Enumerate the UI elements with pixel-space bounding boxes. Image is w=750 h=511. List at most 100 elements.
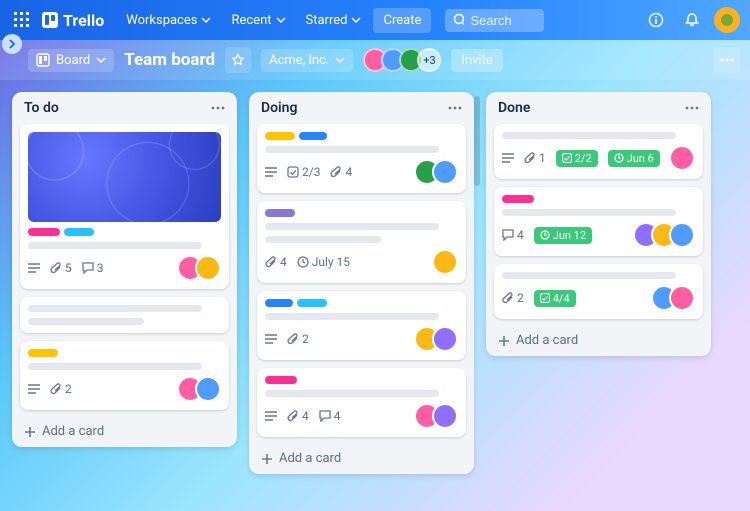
card-text-line: [502, 272, 676, 279]
attachments-badge: 5: [50, 261, 72, 275]
member-avatar[interactable]: [432, 159, 458, 185]
add-card-button[interactable]: Add a card: [494, 327, 703, 350]
list-menu-button[interactable]: [448, 106, 462, 110]
card[interactable]: 2: [20, 341, 229, 410]
info-icon: [648, 12, 664, 28]
search-input[interactable]: [470, 13, 535, 28]
chevron-down-icon: [201, 15, 211, 25]
invite-button[interactable]: Invite: [451, 49, 502, 72]
card[interactable]: 1 2/2 Jun 6: [494, 124, 703, 179]
nav-workspaces[interactable]: Workspaces: [118, 8, 219, 33]
attachment-icon: [50, 262, 62, 274]
add-card-button[interactable]: Add a card: [257, 445, 466, 468]
description-badge: [28, 384, 40, 394]
card[interactable]: 4 4: [257, 368, 466, 437]
member-overflow[interactable]: +3: [417, 48, 441, 72]
comment-icon: [82, 262, 94, 274]
member-avatar[interactable]: [432, 403, 458, 429]
dots-icon: [720, 58, 734, 62]
notifications-button[interactable]: [678, 6, 706, 34]
workspace-switcher[interactable]: Acme, Inc.: [261, 49, 353, 72]
description-icon: [502, 153, 514, 163]
label-blue: [299, 132, 327, 140]
list-scrollbar[interactable]: [474, 96, 480, 186]
checklist-complete-badge: 2/2: [556, 150, 598, 167]
list-title[interactable]: To do: [24, 100, 59, 116]
attachments-badge: 2: [287, 332, 309, 346]
add-card-button[interactable]: Add a card: [20, 418, 229, 441]
view-label: Board: [56, 53, 90, 68]
list-title[interactable]: Doing: [261, 100, 297, 116]
create-button[interactable]: Create: [373, 8, 431, 33]
list-menu-button[interactable]: [685, 106, 699, 110]
attachment-icon: [265, 256, 277, 268]
member-avatar[interactable]: [432, 249, 458, 275]
board-title[interactable]: Team board: [124, 50, 215, 70]
list-title[interactable]: Done: [498, 100, 530, 116]
member-avatar[interactable]: [195, 376, 221, 402]
member-avatar[interactable]: [669, 145, 695, 171]
member-avatar[interactable]: [432, 326, 458, 352]
nav-starred[interactable]: Starred: [298, 8, 370, 33]
dots-icon: [448, 106, 462, 110]
description-badge: [502, 153, 514, 163]
nav-recent[interactable]: Recent: [223, 8, 293, 33]
member-avatar[interactable]: [669, 222, 695, 248]
card-text-line: [28, 242, 202, 249]
star-board-button[interactable]: [225, 47, 251, 73]
create-label: Create: [383, 13, 421, 28]
clock-icon: [297, 256, 309, 268]
checklist-badge: 2/3: [287, 165, 320, 179]
info-button[interactable]: [642, 6, 670, 34]
comment-icon: [319, 410, 331, 422]
view-switcher[interactable]: Board: [28, 49, 114, 72]
member-avatar[interactable]: [195, 255, 221, 281]
board-menu-button[interactable]: [714, 47, 740, 73]
board-members[interactable]: +3: [363, 48, 441, 72]
chevron-down-icon: [335, 55, 345, 65]
member-avatar[interactable]: [669, 285, 695, 311]
chevron-right-icon: [7, 39, 17, 49]
trello-logo[interactable]: Trello: [42, 11, 104, 30]
invite-label: Invite: [461, 53, 492, 68]
plus-icon: [24, 426, 36, 438]
checklist-icon: [287, 166, 299, 178]
sidebar-expand[interactable]: [2, 34, 22, 54]
board-icon: [36, 53, 50, 67]
label-cyan: [297, 299, 327, 307]
card[interactable]: 5 3: [20, 124, 229, 289]
card[interactable]: 2 4/4: [494, 264, 703, 319]
card-text-line: [28, 318, 144, 325]
comment-icon: [502, 229, 514, 241]
card[interactable]: 2: [257, 291, 466, 360]
chevron-down-icon: [276, 15, 286, 25]
card-text-line: [265, 146, 439, 153]
attachment-icon: [287, 410, 299, 422]
search-box[interactable]: [445, 9, 543, 32]
dots-icon: [685, 106, 699, 110]
checklist-complete-badge: 4/4: [534, 290, 576, 307]
nav-starred-label: Starred: [306, 13, 348, 28]
description-badge: [265, 334, 277, 344]
star-icon: [231, 53, 245, 67]
card[interactable]: 2/3 4: [257, 124, 466, 193]
comments-badge: 4: [502, 228, 524, 242]
clock-icon: [540, 230, 550, 240]
label-yellow: [265, 132, 295, 140]
description-badge: [265, 411, 277, 421]
card[interactable]: 4 July 15: [257, 201, 466, 283]
list-menu-button[interactable]: [211, 106, 225, 110]
card-text-line: [28, 305, 202, 312]
attachment-icon: [287, 333, 299, 345]
list-todo: To do 5 3: [12, 92, 237, 447]
account-avatar[interactable]: [714, 7, 740, 33]
card-text-line: [502, 132, 676, 139]
card[interactable]: 4 Jun 12: [494, 187, 703, 256]
checklist-icon: [540, 293, 550, 303]
apps-launcher[interactable]: [10, 8, 34, 32]
attachments-badge: 1: [524, 151, 546, 165]
comments-badge: 4: [319, 409, 341, 423]
card[interactable]: [20, 297, 229, 333]
clock-icon: [614, 153, 624, 163]
description-badge: [265, 167, 277, 177]
